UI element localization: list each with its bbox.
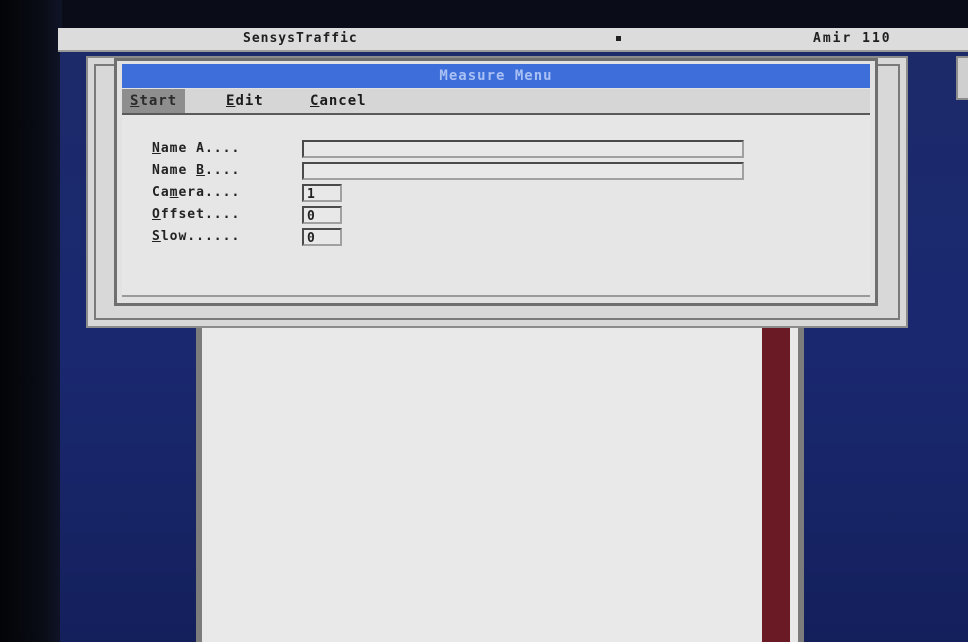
- menu-bar: Start Edit Cancel: [122, 89, 870, 115]
- camera-label: Camera....: [152, 185, 241, 200]
- right-partial-window: [956, 56, 968, 100]
- offset-input[interactable]: 0: [302, 206, 342, 224]
- screen: SensysTraffic Amir 110 Measure Menu Star…: [0, 0, 968, 642]
- name-a-label: Name A....: [152, 141, 241, 156]
- name-a-input[interactable]: [302, 140, 744, 158]
- document-side-strip: [762, 300, 790, 642]
- menu-edit[interactable]: Edit: [218, 89, 272, 113]
- dialog-title: Measure Menu: [122, 64, 870, 88]
- slow-input[interactable]: 0: [302, 228, 342, 246]
- offset-label: Offset....: [152, 207, 241, 222]
- user-label: Amir 110: [813, 31, 892, 46]
- name-b-label: Name B....: [152, 163, 241, 178]
- menu-start[interactable]: Start: [122, 89, 186, 113]
- monitor-bezel: [0, 0, 62, 642]
- status-bar: SensysTraffic Amir 110: [58, 28, 968, 52]
- app-title: SensysTraffic: [243, 31, 358, 46]
- name-b-input[interactable]: [302, 162, 744, 180]
- measure-menu-dialog: Measure Menu Start Edit Cancel Name A...…: [114, 58, 878, 306]
- form-area: Name A.... Name B.... Camera.... 1 Offse…: [122, 115, 870, 297]
- background-document: [196, 300, 804, 642]
- menu-cancel[interactable]: Cancel: [302, 89, 375, 113]
- status-indicator-icon: [616, 36, 621, 41]
- slow-label: Slow......: [152, 229, 241, 244]
- camera-input[interactable]: 1: [302, 184, 342, 202]
